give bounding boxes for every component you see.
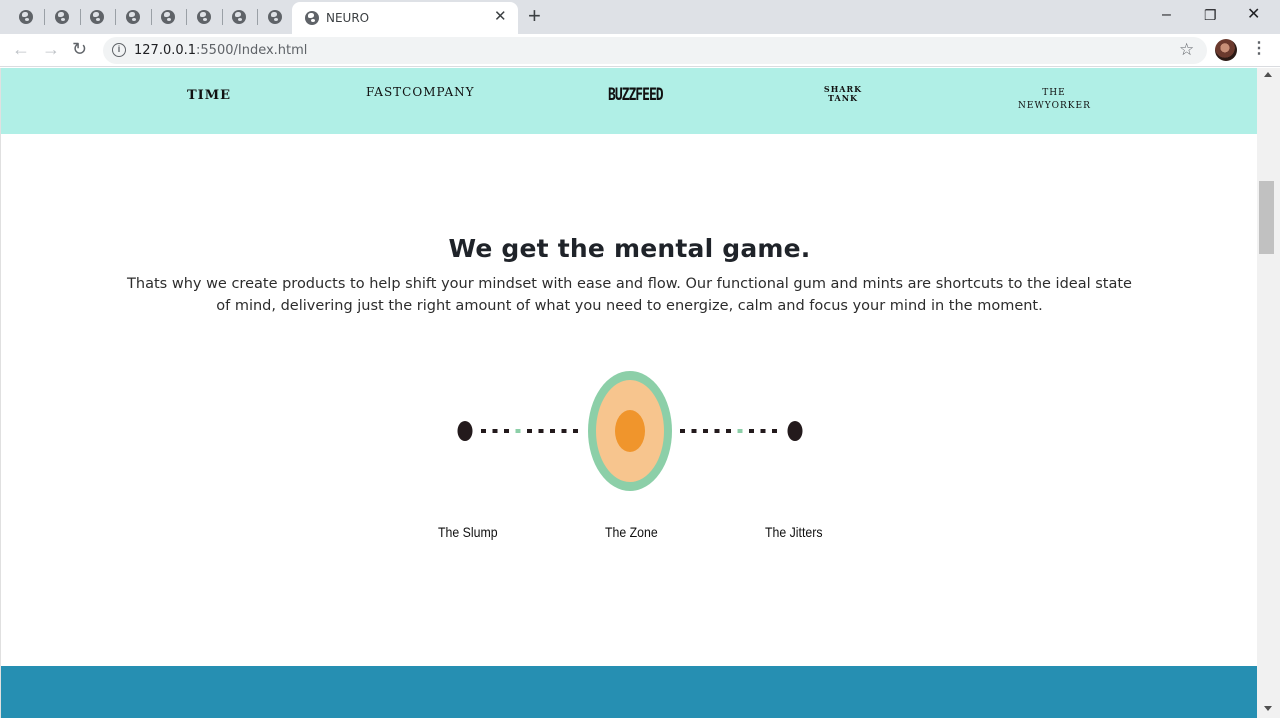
- tab-favicon[interactable]: [159, 8, 177, 26]
- tab-divider: [186, 9, 187, 25]
- tab-divider: [44, 9, 45, 25]
- tab-divider: [80, 9, 81, 25]
- dash-segment: [492, 429, 498, 433]
- press-logo-newyorker: THE NEWYORKER: [1018, 88, 1091, 111]
- url-host: 127.0.0.1: [134, 43, 197, 58]
- scroll-thumb[interactable]: [1259, 181, 1274, 254]
- globe-icon: [268, 10, 282, 24]
- tab-favicon[interactable]: [266, 8, 284, 26]
- browser-toolbar: ← → ↻ i 127.0.0.1:5500/Index.html ☆ ⋮: [0, 34, 1280, 67]
- globe-icon: [126, 10, 140, 24]
- dash-segment: [527, 429, 532, 433]
- close-tab-icon[interactable]: ✕: [494, 8, 507, 26]
- dash-segment: [561, 429, 567, 433]
- close-window-button[interactable]: ✕: [1247, 5, 1260, 25]
- tab-favicon[interactable]: [53, 8, 71, 26]
- section-description: Thats why we create products to help shi…: [127, 276, 1132, 314]
- tab-favicon[interactable]: [124, 8, 142, 26]
- dash-segment: [481, 429, 486, 433]
- reload-button[interactable]: ↻: [72, 38, 87, 60]
- minimize-button[interactable]: –: [1162, 5, 1171, 25]
- dash-segment: [772, 429, 777, 433]
- slump-dashes: [481, 429, 578, 433]
- dash-segment: [504, 429, 509, 433]
- section-heading: We get the mental game.: [448, 234, 811, 263]
- page-viewport: TIME FASTCOMPANY BUZZFEED SHARK TANK THE…: [0, 68, 1257, 718]
- globe-icon: [90, 10, 104, 24]
- stage-label-zone: The Zone: [605, 524, 658, 540]
- page-scrollbar[interactable]: [1257, 68, 1280, 718]
- dash-segment: [760, 429, 766, 433]
- dash-segment: [538, 429, 544, 433]
- scroll-up-arrow-icon[interactable]: [1264, 72, 1272, 77]
- globe-icon: [197, 10, 211, 24]
- back-button[interactable]: ←: [12, 38, 30, 60]
- mindset-scale-diagram: [457, 371, 803, 491]
- dash-segment: [714, 429, 720, 433]
- tab-divider: [257, 9, 258, 25]
- press-banner: TIME FASTCOMPANY BUZZFEED SHARK TANK THE…: [1, 68, 1257, 134]
- dash-segment: [550, 429, 555, 433]
- tab-divider: [151, 9, 152, 25]
- dash-segment: [515, 429, 521, 433]
- footer-band: [1, 666, 1257, 718]
- zone-core: [615, 410, 645, 452]
- profile-avatar[interactable]: [1215, 39, 1237, 61]
- tab-divider: [115, 9, 116, 25]
- press-logo-sharktank: SHARK TANK: [823, 84, 863, 103]
- globe-icon: [232, 10, 246, 24]
- scroll-down-arrow-icon[interactable]: [1264, 706, 1272, 711]
- globe-icon: [161, 10, 175, 24]
- jitters-dot: [787, 421, 803, 441]
- star-icon[interactable]: ☆: [1179, 40, 1194, 60]
- dash-segment: [573, 429, 578, 433]
- info-icon[interactable]: i: [112, 43, 126, 57]
- active-tab[interactable]: NEURO ✕: [292, 2, 518, 34]
- stage-label-jitters: The Jitters: [765, 524, 823, 540]
- dash-segment: [749, 429, 754, 433]
- forward-button[interactable]: →: [42, 38, 60, 60]
- press-logo-buzzfeed: BUZZFEED: [608, 85, 664, 106]
- stage-label-slump: The Slump: [438, 524, 498, 540]
- jitters-dashes: [680, 429, 777, 433]
- press-logo-time: TIME: [187, 88, 232, 103]
- globe-icon: [19, 10, 33, 24]
- tab-favicon[interactable]: [88, 8, 106, 26]
- dash-segment: [726, 429, 731, 433]
- browser-menu-icon[interactable]: ⋮: [1251, 38, 1267, 60]
- address-bar[interactable]: i 127.0.0.1:5500/Index.html ☆: [103, 37, 1207, 64]
- press-logo-fastcompany: FASTCOMPANY: [366, 85, 475, 99]
- dash-segment: [703, 429, 708, 433]
- restore-button[interactable]: ❐: [1204, 5, 1217, 25]
- slump-dot: [457, 421, 473, 441]
- tab-favicon[interactable]: [195, 8, 213, 26]
- dash-segment: [737, 429, 743, 433]
- dash-segment: [691, 429, 697, 433]
- tab-favicon[interactable]: [230, 8, 248, 26]
- tab-title: NEURO: [326, 11, 370, 25]
- url-path: :5500/Index.html: [196, 43, 308, 58]
- globe-icon: [55, 10, 69, 24]
- tab-strip: NEURO ✕ + – ❐ ✕: [0, 0, 1280, 34]
- dash-segment: [680, 429, 685, 433]
- new-tab-button[interactable]: +: [528, 4, 541, 28]
- url-text[interactable]: 127.0.0.1:5500/Index.html: [134, 43, 307, 58]
- tab-favicon[interactable]: [17, 8, 35, 26]
- tab-divider: [222, 9, 223, 25]
- globe-icon: [305, 11, 319, 25]
